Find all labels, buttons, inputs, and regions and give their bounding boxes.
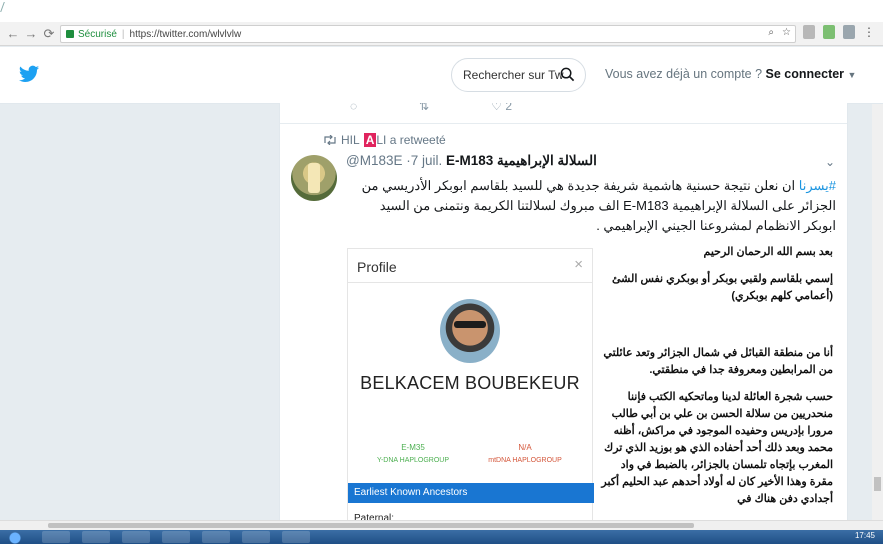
avatar[interactable] (291, 155, 337, 201)
secure-label: Sécurisé (78, 28, 117, 40)
retweet-icon (324, 135, 336, 145)
menu-dots-icon[interactable]: ⋮ (863, 25, 875, 39)
ydna-label: Y-DNA HAPLOGROUP (376, 457, 450, 464)
login-prompt-text: Vous avez déjà un compte ? (605, 67, 763, 81)
retweet-icon[interactable]: ⇅ (419, 103, 429, 113)
ancestors-header: Earliest Known Ancestors (348, 483, 594, 503)
arabic-letter: بعد بسم الله الرحمان الرحيم إسمي بلقاسم … (601, 244, 833, 518)
mtdna-label: mtDNA HAPLOGROUP (488, 457, 562, 464)
login-link[interactable]: Se connecter (766, 67, 845, 81)
scrollbar-thumb[interactable] (874, 477, 881, 491)
arabic-paragraph: إسمي بلقاسم ولقبي بوبكر أو بوبكري نفس ال… (612, 273, 833, 302)
taskbar-app[interactable] (82, 531, 110, 543)
arabic-paragraph: بعد بسم الله الرحمان الرحيم (703, 246, 834, 258)
taskbar: 17:45 (0, 530, 883, 544)
handle-date[interactable]: @M183E ·7 juil. (346, 153, 442, 168)
reply-icon[interactable]: ◌ (350, 103, 357, 113)
taskbar-app[interactable] (202, 531, 230, 543)
login-prompt: Vous avez déjà un compte ? Se connecter … (605, 67, 856, 81)
ydna-value: E-M35 (401, 443, 425, 452)
like-count: 2 (505, 103, 512, 113)
chevron-down-icon[interactable]: ▼ (848, 70, 857, 80)
retweeter-name-start[interactable]: HIL (341, 133, 360, 147)
tweet-text: #يسرنا ان نعلن نتيجة حسنية هاشمية شريفة … (346, 176, 836, 236)
lock-icon (66, 30, 74, 38)
window-corner (0, 2, 12, 12)
twitter-header: Rechercher sur Tw Vous avez déjà un comp… (0, 47, 883, 104)
browser-toolbar: ← → ⟳ Sécurisé | https://twitter.com/wlv… (0, 22, 883, 46)
scrollbar-thumb[interactable] (48, 523, 694, 528)
taskbar-app[interactable] (242, 531, 270, 543)
mtdna-value: N/A (518, 443, 532, 452)
taskbar-app[interactable] (42, 531, 70, 543)
profile-photo (440, 299, 500, 363)
retweeter-name-end[interactable]: LI a retweeté (376, 133, 445, 147)
extension-icon[interactable] (823, 25, 835, 39)
close-icon: × (574, 256, 583, 273)
arabic-paragraph: حسب شجرة العائلة لدينا وماتحكيه الكتب فإ… (601, 391, 833, 505)
twitter-bird-icon[interactable] (18, 63, 40, 85)
url-separator: | (121, 28, 125, 40)
like-button[interactable]: ♡ 2 (491, 103, 512, 113)
vertical-scrollbar[interactable] (872, 104, 883, 520)
taskbar-clock: 17:45 (854, 531, 875, 540)
person-name: BELKACEM BOUBEKEUR (360, 373, 580, 393)
tweet-media[interactable]: Profile × BELKACEM BOUBEKEUR E-M35 Y-DNA… (345, 244, 835, 525)
profile-panel: Profile × BELKACEM BOUBEKEUR E-M35 Y-DNA… (347, 248, 594, 525)
tweet-card: ◌ ⇅ ♡ 2 HIL A LI a retweeté السلالة الإبرا… (279, 103, 848, 525)
search-placeholder: Rechercher sur Tw (463, 68, 564, 82)
extension-icon[interactable] (803, 25, 815, 39)
url-text[interactable]: https://twitter.com/wlvlvlw (130, 29, 242, 40)
window-top-strip (0, 0, 883, 22)
taskbar-app[interactable] (282, 531, 310, 543)
tweet-body: ان نعلن نتيجة حسنية هاشمية شريفة جديدة ه… (361, 178, 836, 233)
reload-icon[interactable]: ⟳ (40, 26, 58, 42)
search-icon[interactable] (560, 67, 575, 82)
taskbar-app[interactable] (122, 531, 150, 543)
taskbar-app[interactable] (162, 531, 190, 543)
back-arrow-icon[interactable]: ← (4, 26, 22, 41)
bookmark-star-icon[interactable]: ☆ (782, 27, 791, 38)
arabic-paragraph: أنا من منطقة القبائل في شمال الجزائر وتع… (603, 347, 833, 376)
retweeter-name-mark[interactable]: A (363, 133, 377, 147)
chevron-down-icon[interactable]: ⌄ (825, 155, 835, 169)
profile-title: Profile (357, 259, 397, 275)
previous-tweet-actions: ◌ ⇅ ♡ 2 (350, 103, 512, 113)
retweet-context: HIL A LI a retweeté (323, 133, 446, 147)
mtdna-haplogroup: N/A mtDNA HAPLOGROUP (470, 441, 580, 467)
forward-arrow-icon[interactable]: → (22, 26, 40, 41)
display-name[interactable]: السلالة الإبراهيمية E-M183 (446, 153, 597, 168)
tweet-divider (280, 123, 847, 124)
address-bar[interactable]: Sécurisé | https://twitter.com/wlvlvlw ⌕… (60, 25, 796, 43)
profile-divider (348, 282, 592, 283)
hashtag-link[interactable]: #يسرنا (799, 178, 836, 193)
zoom-icon[interactable]: ⌕ (768, 27, 774, 38)
heart-icon: ♡ (491, 103, 502, 113)
horizontal-scrollbar[interactable] (0, 520, 883, 530)
extension-icon[interactable] (843, 25, 855, 39)
start-button[interactable] (0, 530, 30, 544)
search-input[interactable]: Rechercher sur Tw (451, 58, 586, 92)
ydna-haplogroup: E-M35 Y-DNA HAPLOGROUP (358, 441, 468, 467)
tweet-header: السلالة الإبراهيمية E-M183 @M183E ·7 jui… (346, 153, 836, 169)
